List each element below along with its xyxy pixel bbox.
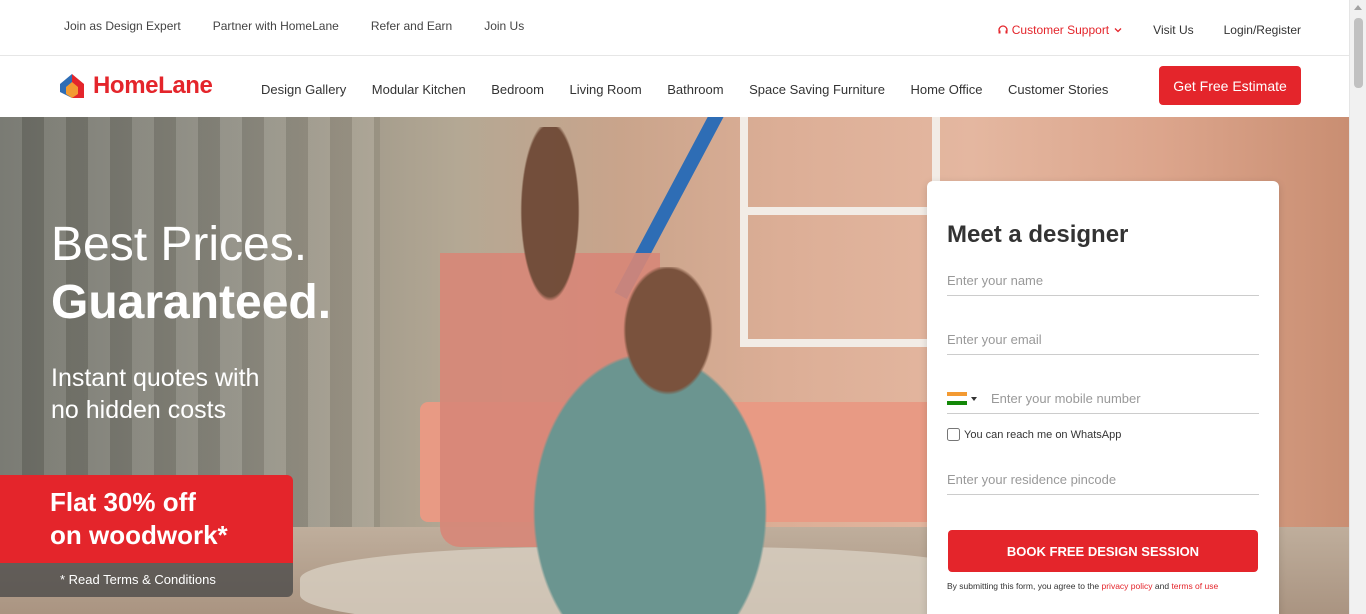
disclaimer-and: and: [1152, 581, 1172, 591]
scrollbar-thumb[interactable]: [1354, 18, 1363, 88]
page-scrollbar[interactable]: [1349, 0, 1366, 614]
scroll-up-arrow-icon[interactable]: [1354, 5, 1362, 10]
main-navbar: HomeLane Design Gallery Modular Kitchen …: [0, 56, 1349, 117]
get-free-estimate-button[interactable]: Get Free Estimate: [1159, 66, 1301, 105]
top-right-links: Customer Support Visit Us Login/Register: [968, 23, 1301, 37]
top-left-links: Join as Design Expert Partner with HomeL…: [64, 19, 556, 33]
hero-sub-line1: Instant quotes with: [51, 364, 260, 392]
hero-man-figure: [470, 267, 830, 614]
offer-banner: Flat 30% off on woodwork*: [0, 475, 293, 563]
house-logo-icon: [60, 74, 84, 98]
chevron-down-icon: [1114, 28, 1122, 33]
phone-field-group: [947, 384, 1259, 414]
offer-line1: Flat 30% off: [50, 487, 196, 517]
nav-home-office[interactable]: Home Office: [910, 82, 982, 97]
whatsapp-checkbox[interactable]: [947, 428, 960, 441]
join-design-expert-link[interactable]: Join as Design Expert: [64, 19, 181, 33]
pincode-field[interactable]: [947, 465, 1259, 495]
logo-text: HomeLane: [93, 72, 213, 99]
hero-subheadline: Instant quotes with no hidden costs: [51, 362, 259, 426]
visit-us-link[interactable]: Visit Us: [1153, 23, 1193, 37]
hero-headline: Best Prices. Guaranteed.: [51, 216, 331, 332]
hero-headline-line2: Guaranteed.: [51, 276, 332, 329]
headset-icon: [998, 25, 1008, 34]
customer-support-label: Customer Support: [1011, 23, 1110, 37]
nav-space-saving-furniture[interactable]: Space Saving Furniture: [749, 82, 885, 97]
refer-earn-link[interactable]: Refer and Earn: [371, 19, 452, 33]
book-free-design-session-button[interactable]: BOOK FREE DESIGN SESSION: [948, 530, 1258, 572]
meet-designer-form: Meet a designer You can reach me on What…: [927, 181, 1279, 614]
hero-sub-line2: no hidden costs: [51, 396, 227, 424]
form-disclaimer: By submitting this form, you agree to th…: [947, 581, 1218, 591]
top-utility-bar: Join as Design Expert Partner with HomeL…: [0, 0, 1349, 56]
hero-headline-line1: Best Prices.: [51, 218, 308, 271]
india-flag-icon[interactable]: [947, 392, 967, 405]
form-title: Meet a designer: [947, 221, 1129, 248]
terms-of-use-link[interactable]: terms of use: [1171, 581, 1218, 591]
disclaimer-prefix: By submitting this form, you agree to th…: [947, 581, 1102, 591]
customer-support-dropdown[interactable]: Customer Support: [998, 23, 1123, 37]
email-field[interactable]: [947, 325, 1259, 355]
partner-link[interactable]: Partner with HomeLane: [213, 19, 339, 33]
offer-line2: on woodwork*: [50, 520, 228, 550]
mobile-number-field[interactable]: [991, 384, 1259, 413]
nav-modular-kitchen[interactable]: Modular Kitchen: [372, 82, 466, 97]
nav-bedroom[interactable]: Bedroom: [491, 82, 544, 97]
nav-links: Design Gallery Modular Kitchen Bedroom L…: [261, 82, 1134, 97]
whatsapp-label: You can reach me on WhatsApp: [964, 428, 1122, 441]
whatsapp-optin[interactable]: You can reach me on WhatsApp: [947, 428, 1121, 441]
nav-bathroom[interactable]: Bathroom: [667, 82, 723, 97]
nav-living-room[interactable]: Living Room: [569, 82, 641, 97]
terms-conditions-link[interactable]: * Read Terms & Conditions: [0, 563, 293, 597]
homelane-logo[interactable]: HomeLane: [58, 72, 213, 100]
join-us-link[interactable]: Join Us: [484, 19, 524, 33]
name-field[interactable]: [947, 266, 1259, 296]
privacy-policy-link[interactable]: privacy policy: [1102, 581, 1153, 591]
nav-customer-stories[interactable]: Customer Stories: [1008, 82, 1108, 97]
nav-design-gallery[interactable]: Design Gallery: [261, 82, 346, 97]
country-caret-icon[interactable]: [971, 396, 977, 401]
login-register-link[interactable]: Login/Register: [1224, 23, 1301, 37]
